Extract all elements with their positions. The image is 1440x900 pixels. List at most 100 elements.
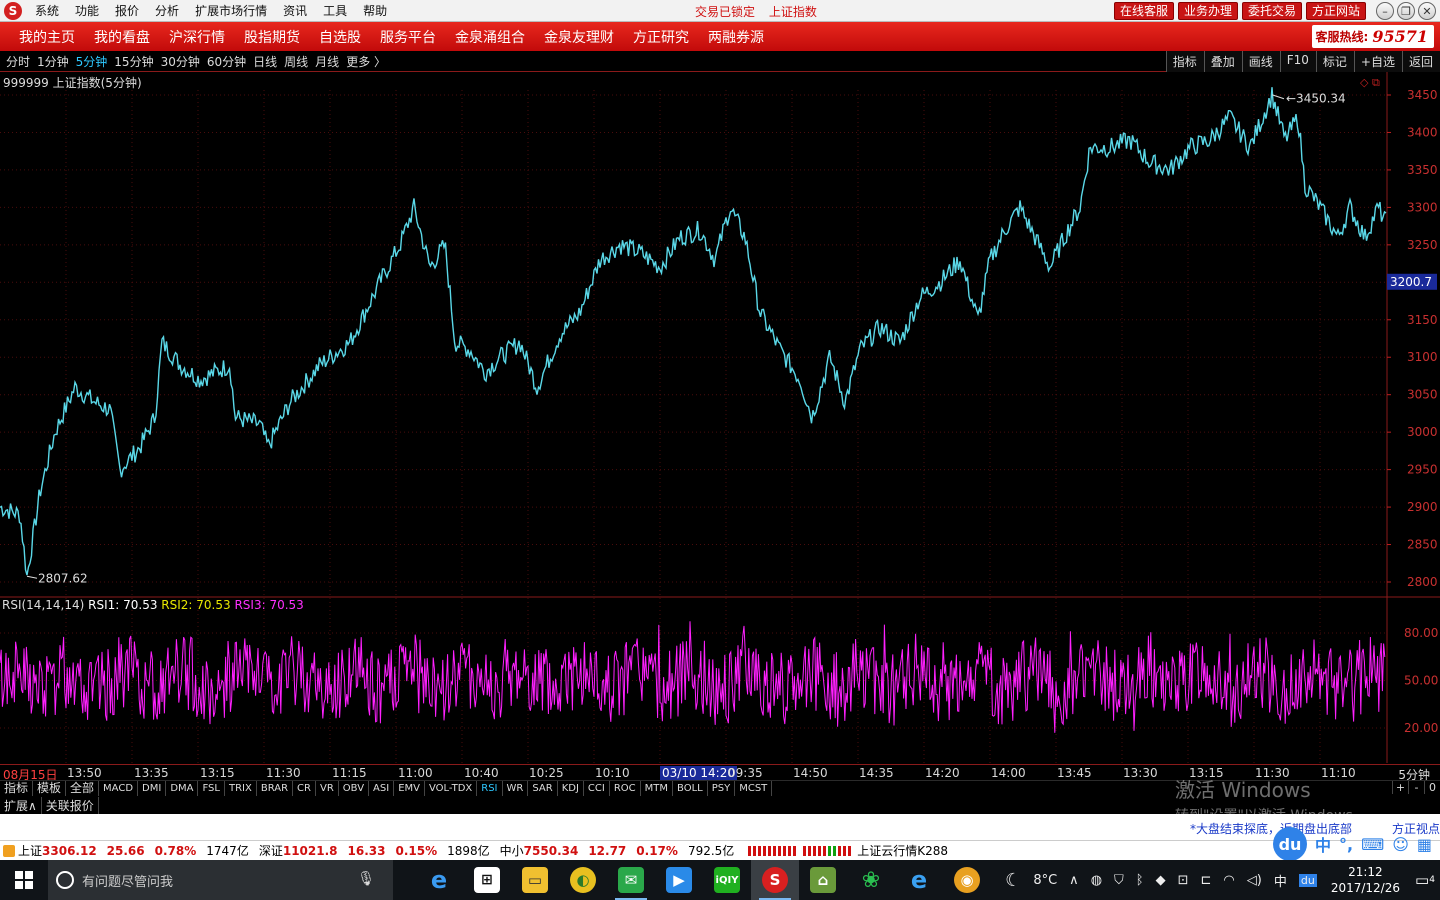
ind-tab-rsi[interactable]: RSI	[477, 780, 503, 797]
microphone-icon[interactable]: 🎙	[357, 871, 375, 887]
nav-my-watch[interactable]: 我的看盘	[94, 27, 150, 47]
nav-market[interactable]: 沪深行情	[169, 27, 225, 47]
ind-tab-cci[interactable]: CCI	[584, 780, 610, 797]
ind-reset-button[interactable]: 0	[1424, 781, 1440, 794]
lock-icon[interactable]	[3, 844, 15, 857]
ind-tab-indicator[interactable]: 指标	[0, 780, 34, 797]
ind-tab-fsl[interactable]: FSL	[198, 780, 225, 797]
taskbar-founder-app[interactable]: S	[751, 860, 799, 900]
tray-expand-icon[interactable]: ∧	[1069, 873, 1079, 888]
ind-add-button[interactable]: +	[1392, 781, 1408, 794]
taskbar-iqiyi[interactable]: iQIY	[703, 860, 751, 900]
menu-tools[interactable]: 工具	[316, 2, 356, 19]
nav-portfolio[interactable]: 金泉涌组合	[455, 27, 525, 47]
menu-analysis[interactable]: 分析	[148, 2, 188, 19]
baidu-ime-icon[interactable]: du	[1273, 827, 1307, 861]
taskbar-app-house[interactable]: ⌂	[799, 860, 847, 900]
tool-indicator[interactable]: 指标	[1165, 51, 1204, 72]
ind-tab-mtm[interactable]: MTM	[641, 780, 674, 797]
volume-icon[interactable]: ◁)	[1247, 873, 1262, 888]
chart-corner-icons[interactable]: ◇ ⧉	[1360, 76, 1380, 90]
ind-tab-kdj[interactable]: KDJ	[558, 780, 584, 797]
taskbar-store[interactable]: ⊞	[463, 860, 511, 900]
ind-remove-button[interactable]: -	[1408, 781, 1424, 794]
tool-f10[interactable]: F10	[1279, 51, 1316, 72]
start-button[interactable]	[0, 860, 48, 900]
restore-icon[interactable]: ❐	[1397, 2, 1415, 20]
period-intraday[interactable]: 分时	[6, 53, 30, 70]
period-weekly[interactable]: 周线	[284, 53, 308, 70]
nav-wealth[interactable]: 金泉友理财	[544, 27, 614, 47]
period-30min[interactable]: 30分钟	[161, 53, 200, 70]
period-more[interactable]: 更多 〉	[346, 53, 386, 70]
tool-add-watch[interactable]: +自选	[1353, 51, 1402, 72]
nav-futures[interactable]: 股指期货	[244, 27, 300, 47]
ind-tab-all[interactable]: 全部	[66, 780, 100, 797]
period-60min[interactable]: 60分钟	[207, 53, 246, 70]
period-daily[interactable]: 日线	[253, 53, 277, 70]
tray-app3-icon[interactable]: ⊏	[1201, 873, 1212, 888]
ind-tab-roc[interactable]: ROC	[610, 780, 641, 797]
close-icon[interactable]: ✕	[1418, 2, 1436, 20]
website-button[interactable]: 方正网站	[1305, 2, 1366, 20]
minimize-icon[interactable]: –	[1376, 2, 1394, 20]
ime-language[interactable]: 中	[1274, 871, 1287, 890]
rsi-name[interactable]: RSI(14,14,14)	[2, 598, 84, 612]
taskbar-app-globe[interactable]: ◉	[943, 860, 991, 900]
bluetooth-icon[interactable]: ᛒ	[1136, 873, 1144, 888]
trade-button[interactable]: 委托交易	[1241, 2, 1302, 20]
ext-tab-expand[interactable]: 扩展∧	[0, 796, 42, 814]
tool-draw[interactable]: 画线	[1241, 51, 1280, 72]
nav-my-home[interactable]: 我的主页	[19, 27, 75, 47]
ime-chinese-icon[interactable]: 中	[1315, 832, 1331, 856]
period-monthly[interactable]: 月线	[315, 53, 339, 70]
menu-info[interactable]: 资讯	[276, 2, 316, 19]
menu-ext-market[interactable]: 扩展市场行情	[188, 2, 276, 19]
ind-tab-template[interactable]: 模板	[33, 780, 67, 797]
ind-tab-dmi[interactable]: DMI	[138, 780, 167, 797]
cortana-search-box[interactable]: 有问题尽管问我 🎙	[48, 860, 393, 900]
ind-tab-vol-tdx[interactable]: VOL-TDX	[425, 780, 478, 797]
tool-back[interactable]: 返回	[1401, 51, 1440, 72]
ind-tab-macd[interactable]: MACD	[99, 780, 139, 797]
ime-grid-icon[interactable]: ▦	[1417, 835, 1432, 854]
baidu-tray-icon[interactable]: du	[1298, 873, 1317, 887]
tool-mark[interactable]: 标记	[1315, 51, 1354, 72]
ind-tab-obv[interactable]: OBV	[339, 780, 370, 797]
tray-app2-icon[interactable]: ⊡	[1178, 873, 1189, 888]
tray-app1-icon[interactable]: ◍	[1091, 873, 1102, 888]
trade-lock-status[interactable]: 交易已锁定	[695, 5, 755, 19]
tool-overlay[interactable]: 叠加	[1203, 51, 1242, 72]
menu-quote[interactable]: 报价	[108, 2, 148, 19]
moon-weather-icon[interactable]: ☾	[1005, 870, 1021, 891]
taskbar-explorer[interactable]: ▭	[511, 860, 559, 900]
nav-research[interactable]: 方正研究	[633, 27, 689, 47]
period-15min[interactable]: 15分钟	[114, 53, 153, 70]
taskbar-wechat[interactable]: ❀	[847, 860, 895, 900]
ind-tab-trix[interactable]: TRIX	[225, 780, 257, 797]
shield-icon[interactable]: ⛉	[1114, 873, 1124, 888]
nav-margin[interactable]: 两融券源	[708, 27, 764, 47]
weather-temp[interactable]: 8°C	[1033, 873, 1057, 888]
nav-watchlist[interactable]: 自选股	[319, 27, 361, 47]
ind-tab-sar[interactable]: SAR	[528, 780, 558, 797]
ind-tab-dma[interactable]: DMA	[166, 780, 199, 797]
online-service-button[interactable]: 在线客服	[1113, 2, 1174, 20]
wifi-icon[interactable]: ◠	[1223, 873, 1234, 888]
ind-tab-vr[interactable]: VR	[316, 780, 339, 797]
ind-tab-mcst[interactable]: MCST	[735, 780, 773, 797]
nav-service[interactable]: 服务平台	[380, 27, 436, 47]
ind-tab-asi[interactable]: ASI	[369, 780, 395, 797]
taskbar-video[interactable]: ▶	[655, 860, 703, 900]
ime-punct-icon[interactable]: °,	[1339, 835, 1353, 854]
taskbar-app-yellow[interactable]: ◐	[559, 860, 607, 900]
cloud-quote-label[interactable]: 上证云行情K288	[857, 842, 948, 859]
menu-function[interactable]: 功能	[68, 2, 108, 19]
kline-chart[interactable]: 3450340033503300325032003150310030503000…	[0, 72, 1440, 764]
ext-tab-related[interactable]: 关联报价	[42, 796, 99, 814]
period-5min[interactable]: 5分钟	[76, 53, 108, 70]
business-button[interactable]: 业务办理	[1177, 2, 1238, 20]
tray-diamond-icon[interactable]: ◆	[1156, 873, 1166, 888]
notification-center-icon[interactable]: ▭ 4	[1410, 871, 1440, 889]
clock[interactable]: 21:12 2017/12/26	[1331, 864, 1400, 896]
